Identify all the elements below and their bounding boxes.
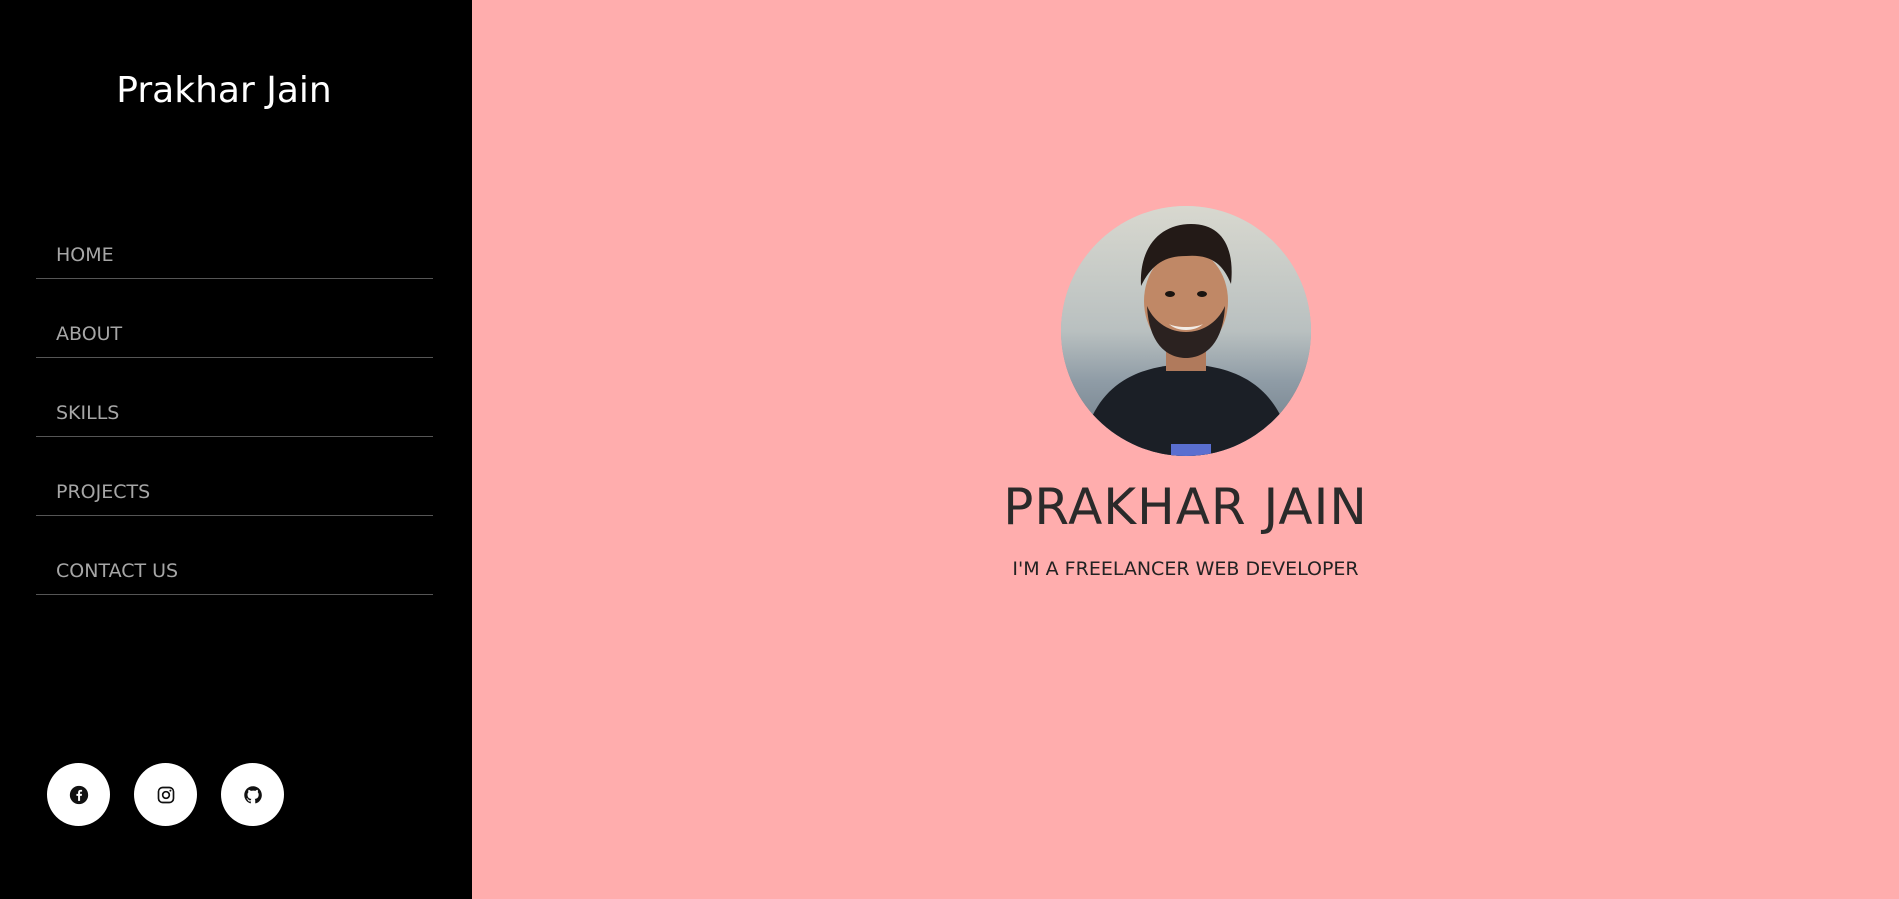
sidebar: Prakhar Jain HOME ABOUT SKILLS PROJECTS …	[0, 0, 472, 899]
main-content: PRAKHAR JAIN I'M A FREELANCER WEB DEVELO…	[472, 0, 1899, 899]
profile-avatar	[1060, 206, 1311, 456]
page: Prakhar Jain HOME ABOUT SKILLS PROJECTS …	[0, 0, 1899, 899]
hero-name: PRAKHAR JAIN	[1003, 478, 1368, 536]
nav-link-skills[interactable]: SKILLS	[56, 402, 119, 424]
facebook-button[interactable]	[47, 763, 110, 826]
facebook-icon	[69, 785, 88, 804]
nav-item-contact: CONTACT US	[36, 516, 433, 595]
profile-photo	[1060, 206, 1311, 456]
nav-link-contact[interactable]: CONTACT US	[56, 560, 178, 582]
nav-link-home[interactable]: HOME	[56, 244, 114, 266]
github-icon	[243, 785, 262, 803]
nav-link-projects[interactable]: PROJECTS	[56, 481, 150, 503]
instagram-button[interactable]	[134, 763, 197, 826]
nav-item-home: HOME	[36, 200, 433, 279]
site-brand[interactable]: Prakhar Jain	[0, 70, 448, 111]
hero-section: PRAKHAR JAIN I'M A FREELANCER WEB DEVELO…	[472, 206, 1899, 580]
nav-item-about: ABOUT	[36, 279, 433, 358]
nav-item-skills: SKILLS	[36, 358, 433, 437]
social-links	[47, 763, 284, 826]
nav-link-about[interactable]: ABOUT	[56, 323, 122, 345]
hero-tagline: I'M A FREELANCER WEB DEVELOPER	[1012, 558, 1359, 580]
sidebar-nav: HOME ABOUT SKILLS PROJECTS CONTACT US	[36, 200, 433, 595]
instagram-icon	[157, 786, 174, 803]
nav-item-projects: PROJECTS	[36, 437, 433, 516]
github-button[interactable]	[221, 763, 284, 826]
